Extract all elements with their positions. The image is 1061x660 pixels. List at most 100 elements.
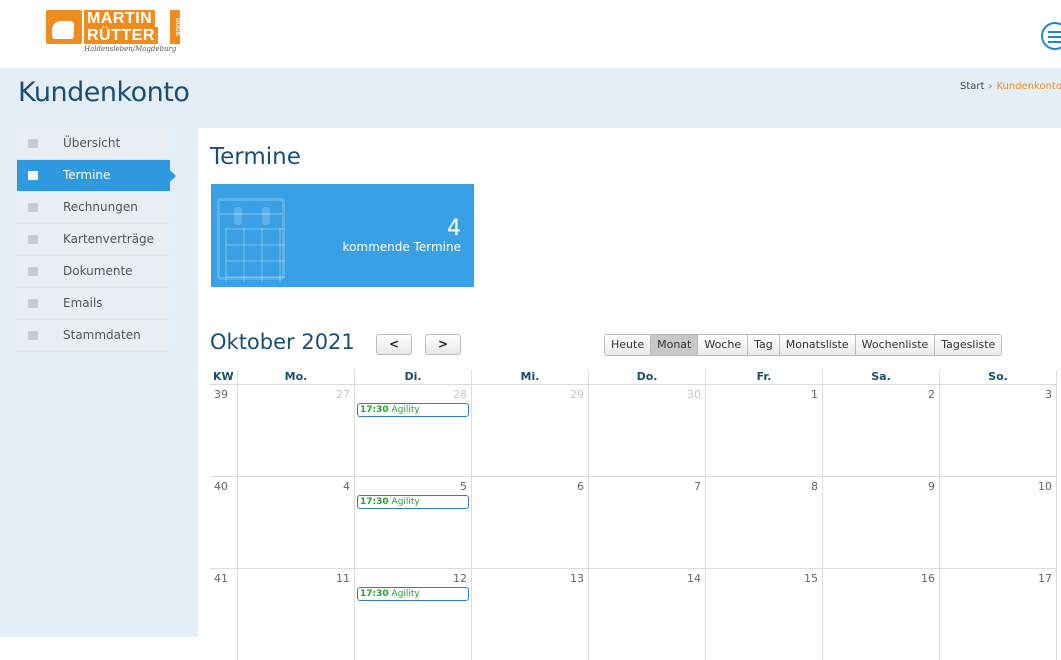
calendar-body: 39 27 28 17:30 Agility 29 30 1 2 3 40 4 5 17:30 Agil… — [210, 384, 1057, 660]
breadcrumb-current: Kundenkonto — [996, 81, 1061, 92]
sidebar-item-label: Rechnungen — [63, 200, 138, 214]
sidebar-item-dokumente[interactable]: Dokumente — [17, 256, 170, 288]
calendar-day-cell[interactable]: 14 — [589, 569, 706, 660]
sidebar-item-stammdaten[interactable]: Stammdaten — [17, 320, 170, 352]
calendar-day-cell[interactable]: 2 — [823, 385, 940, 476]
day-number: 15 — [804, 572, 818, 585]
day-number: 13 — [570, 572, 584, 585]
view-day-button[interactable]: Tag — [748, 335, 780, 355]
page-title: Kundenkonto — [18, 77, 190, 108]
breadcrumb: Start › Kundenkonto — [960, 81, 1061, 92]
calendar-day-cell[interactable]: 8 — [706, 477, 823, 568]
calendar-month-title: Oktober 2021 — [210, 330, 355, 354]
account-sidebar: Übersicht Termine Rechnungen Kartenvertr… — [17, 128, 176, 352]
sidebar-item-emails[interactable]: Emails — [17, 288, 170, 320]
sidebar-item-uebersicht[interactable]: Übersicht — [17, 128, 170, 160]
calendar-day-cell[interactable]: 6 — [472, 477, 589, 568]
day-number: 27 — [336, 388, 350, 401]
event-time: 17:30 — [360, 589, 389, 599]
top-header: MARTIN RÜTTER DOGS Haldensleben/Magdebur… — [0, 0, 1061, 68]
day-number: 8 — [811, 480, 818, 493]
calendar-event[interactable]: 17:30 Agility — [357, 587, 469, 601]
calendar-day-cell[interactable]: 4 — [238, 477, 355, 568]
home-icon — [28, 139, 38, 148]
envelope-icon — [28, 299, 38, 308]
calendar-day-cell[interactable]: 3 — [940, 385, 1057, 476]
month-calendar-grid: KW Mo. Di. Mi. Do. Fr. Sa. So. 39 27 28 17:… — [210, 370, 1057, 660]
sidebar-item-termine[interactable]: Termine — [17, 160, 176, 192]
sidebar-item-label: Termine — [63, 168, 111, 182]
day-number: 28 — [453, 388, 467, 401]
calendar-day-cell[interactable]: 1 — [706, 385, 823, 476]
calendar-day-cell[interactable]: 7 — [589, 477, 706, 568]
sidebar-item-label: Stammdaten — [63, 328, 141, 342]
logo-text-line2: RÜTTER — [84, 27, 158, 44]
main-panel: Termine 4 kommende Termine Oktober 2021 … — [198, 128, 1061, 660]
calendar-day-cell[interactable]: 9 — [823, 477, 940, 568]
event-title: Agility — [391, 405, 420, 415]
view-day-list-button[interactable]: Tagesliste — [935, 335, 1002, 355]
logo-text-line1: MARTIN — [84, 10, 156, 27]
view-week-list-button[interactable]: Wochenliste — [855, 335, 936, 355]
calendar-event[interactable]: 17:30 Agility — [357, 403, 469, 417]
calendar-next-button[interactable]: > — [425, 334, 461, 355]
week-number: 39 — [214, 388, 228, 401]
event-title: Agility — [391, 589, 420, 599]
calendar-grid-watermark — [225, 228, 285, 282]
column-header-do: Do. — [589, 370, 706, 384]
calendar-day-cell[interactable]: 12 17:30 Agility — [355, 569, 472, 660]
calendar-day-cell[interactable]: 16 — [823, 569, 940, 660]
logo-subtitle: Haldensleben/Magdeburg — [84, 45, 177, 53]
day-number: 10 — [1038, 480, 1052, 493]
event-time: 17:30 — [360, 405, 389, 415]
breadcrumb-separator: › — [988, 81, 993, 92]
day-number: 6 — [577, 480, 584, 493]
calendar-day-cell[interactable]: 28 17:30 Agility — [355, 385, 472, 476]
column-header-kw: KW — [210, 370, 238, 384]
day-number: 11 — [336, 572, 350, 585]
hamburger-menu-icon[interactable] — [1041, 22, 1061, 50]
column-header-sa: Sa. — [823, 370, 940, 384]
calendar-header-row: KW Mo. Di. Mi. Do. Fr. Sa. So. — [210, 370, 1057, 384]
calendar-view-switcher: Heute Monat Woche Tag Monatsliste Wochen… — [604, 334, 1003, 356]
calendar-prev-button[interactable]: < — [376, 334, 412, 355]
calendar-day-cell[interactable]: 29 — [472, 385, 589, 476]
view-month-button[interactable]: Monat — [651, 335, 699, 355]
day-number: 12 — [453, 572, 467, 585]
calendar-event[interactable]: 17:30 Agility — [357, 495, 469, 509]
event-time: 17:30 — [360, 497, 389, 507]
calendar-day-cell[interactable]: 30 — [589, 385, 706, 476]
day-number: 7 — [694, 480, 701, 493]
sidebar-item-label: Emails — [63, 296, 103, 310]
breadcrumb-start-link[interactable]: Start — [960, 81, 984, 92]
week-number: 40 — [214, 480, 228, 493]
calendar-icon — [28, 171, 38, 180]
sidebar-item-kartenvertraege[interactable]: Kartenverträge — [17, 224, 170, 256]
page-header-band: Kundenkonto Start › Kundenkonto — [0, 68, 1061, 128]
gear-icon — [28, 331, 38, 340]
week-number-cell: 41 — [210, 569, 238, 660]
calendar-day-cell[interactable]: 11 — [238, 569, 355, 660]
calendar-week-row: 39 27 28 17:30 Agility 29 30 1 2 3 — [210, 384, 1057, 476]
calendar-day-cell[interactable]: 5 17:30 Agility — [355, 477, 472, 568]
calendar-day-cell[interactable]: 10 — [940, 477, 1057, 568]
column-header-mo: Mo. — [238, 370, 355, 384]
calendar-week-row: 41 11 12 17:30 Agility 13 14 15 16 17 — [210, 568, 1057, 660]
brand-logo[interactable]: MARTIN RÜTTER DOGS Haldensleben/Magdebur… — [46, 10, 191, 60]
view-week-button[interactable]: Woche — [698, 335, 749, 355]
calendar-day-cell[interactable]: 17 — [940, 569, 1057, 660]
view-today-button[interactable]: Heute — [605, 335, 652, 355]
column-header-di: Di. — [355, 370, 472, 384]
calendar-day-cell[interactable]: 27 — [238, 385, 355, 476]
calendar-week-row: 40 4 5 17:30 Agility 6 7 8 9 10 — [210, 476, 1057, 568]
cart-icon — [28, 203, 38, 212]
sidebar-item-rechnungen[interactable]: Rechnungen — [17, 192, 170, 224]
calendar-day-cell[interactable]: 13 — [472, 569, 589, 660]
upcoming-appointments-tile[interactable]: 4 kommende Termine — [211, 184, 474, 287]
sidebar-item-label: Kartenverträge — [63, 232, 155, 246]
view-month-list-button[interactable]: Monatsliste — [779, 335, 856, 355]
appointment-count-label: kommende Termine — [342, 240, 461, 254]
day-number: 4 — [343, 480, 350, 493]
calendar-day-cell[interactable]: 15 — [706, 569, 823, 660]
day-number: 30 — [687, 388, 701, 401]
